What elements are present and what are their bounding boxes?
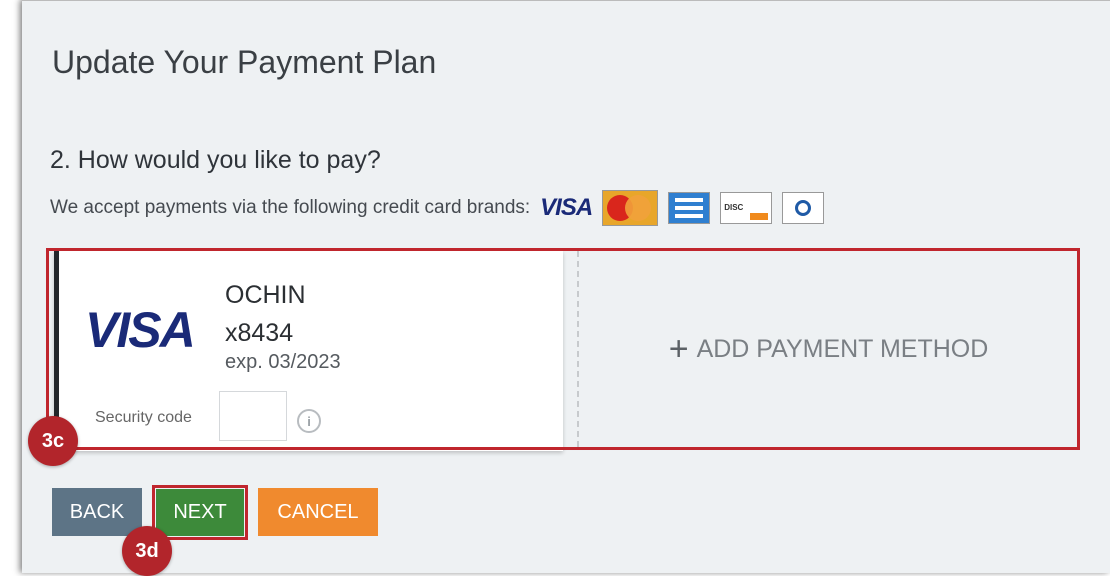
next-button[interactable]: NEXT xyxy=(156,489,244,536)
mastercard-icon xyxy=(602,190,659,226)
amex-icon xyxy=(668,192,711,224)
step-badge-3c: 3c xyxy=(28,416,78,466)
section-heading: 2. How would you like to pay? xyxy=(50,146,381,174)
accepted-brands-text: We accept payments via the following cre… xyxy=(50,197,531,218)
page-title: Update Your Payment Plan xyxy=(52,44,437,80)
accepted-brands-row: We accept payments via the following cre… xyxy=(50,190,825,226)
cancel-button[interactable]: CANCEL xyxy=(258,488,378,536)
discover-icon: DISC xyxy=(720,192,773,224)
step-badge-3d: 3d xyxy=(122,526,172,576)
visa-logo: VISA xyxy=(540,194,593,221)
back-button[interactable]: BACK xyxy=(52,488,142,536)
payment-methods-highlight xyxy=(46,248,1080,450)
diners-club-icon xyxy=(782,192,825,224)
